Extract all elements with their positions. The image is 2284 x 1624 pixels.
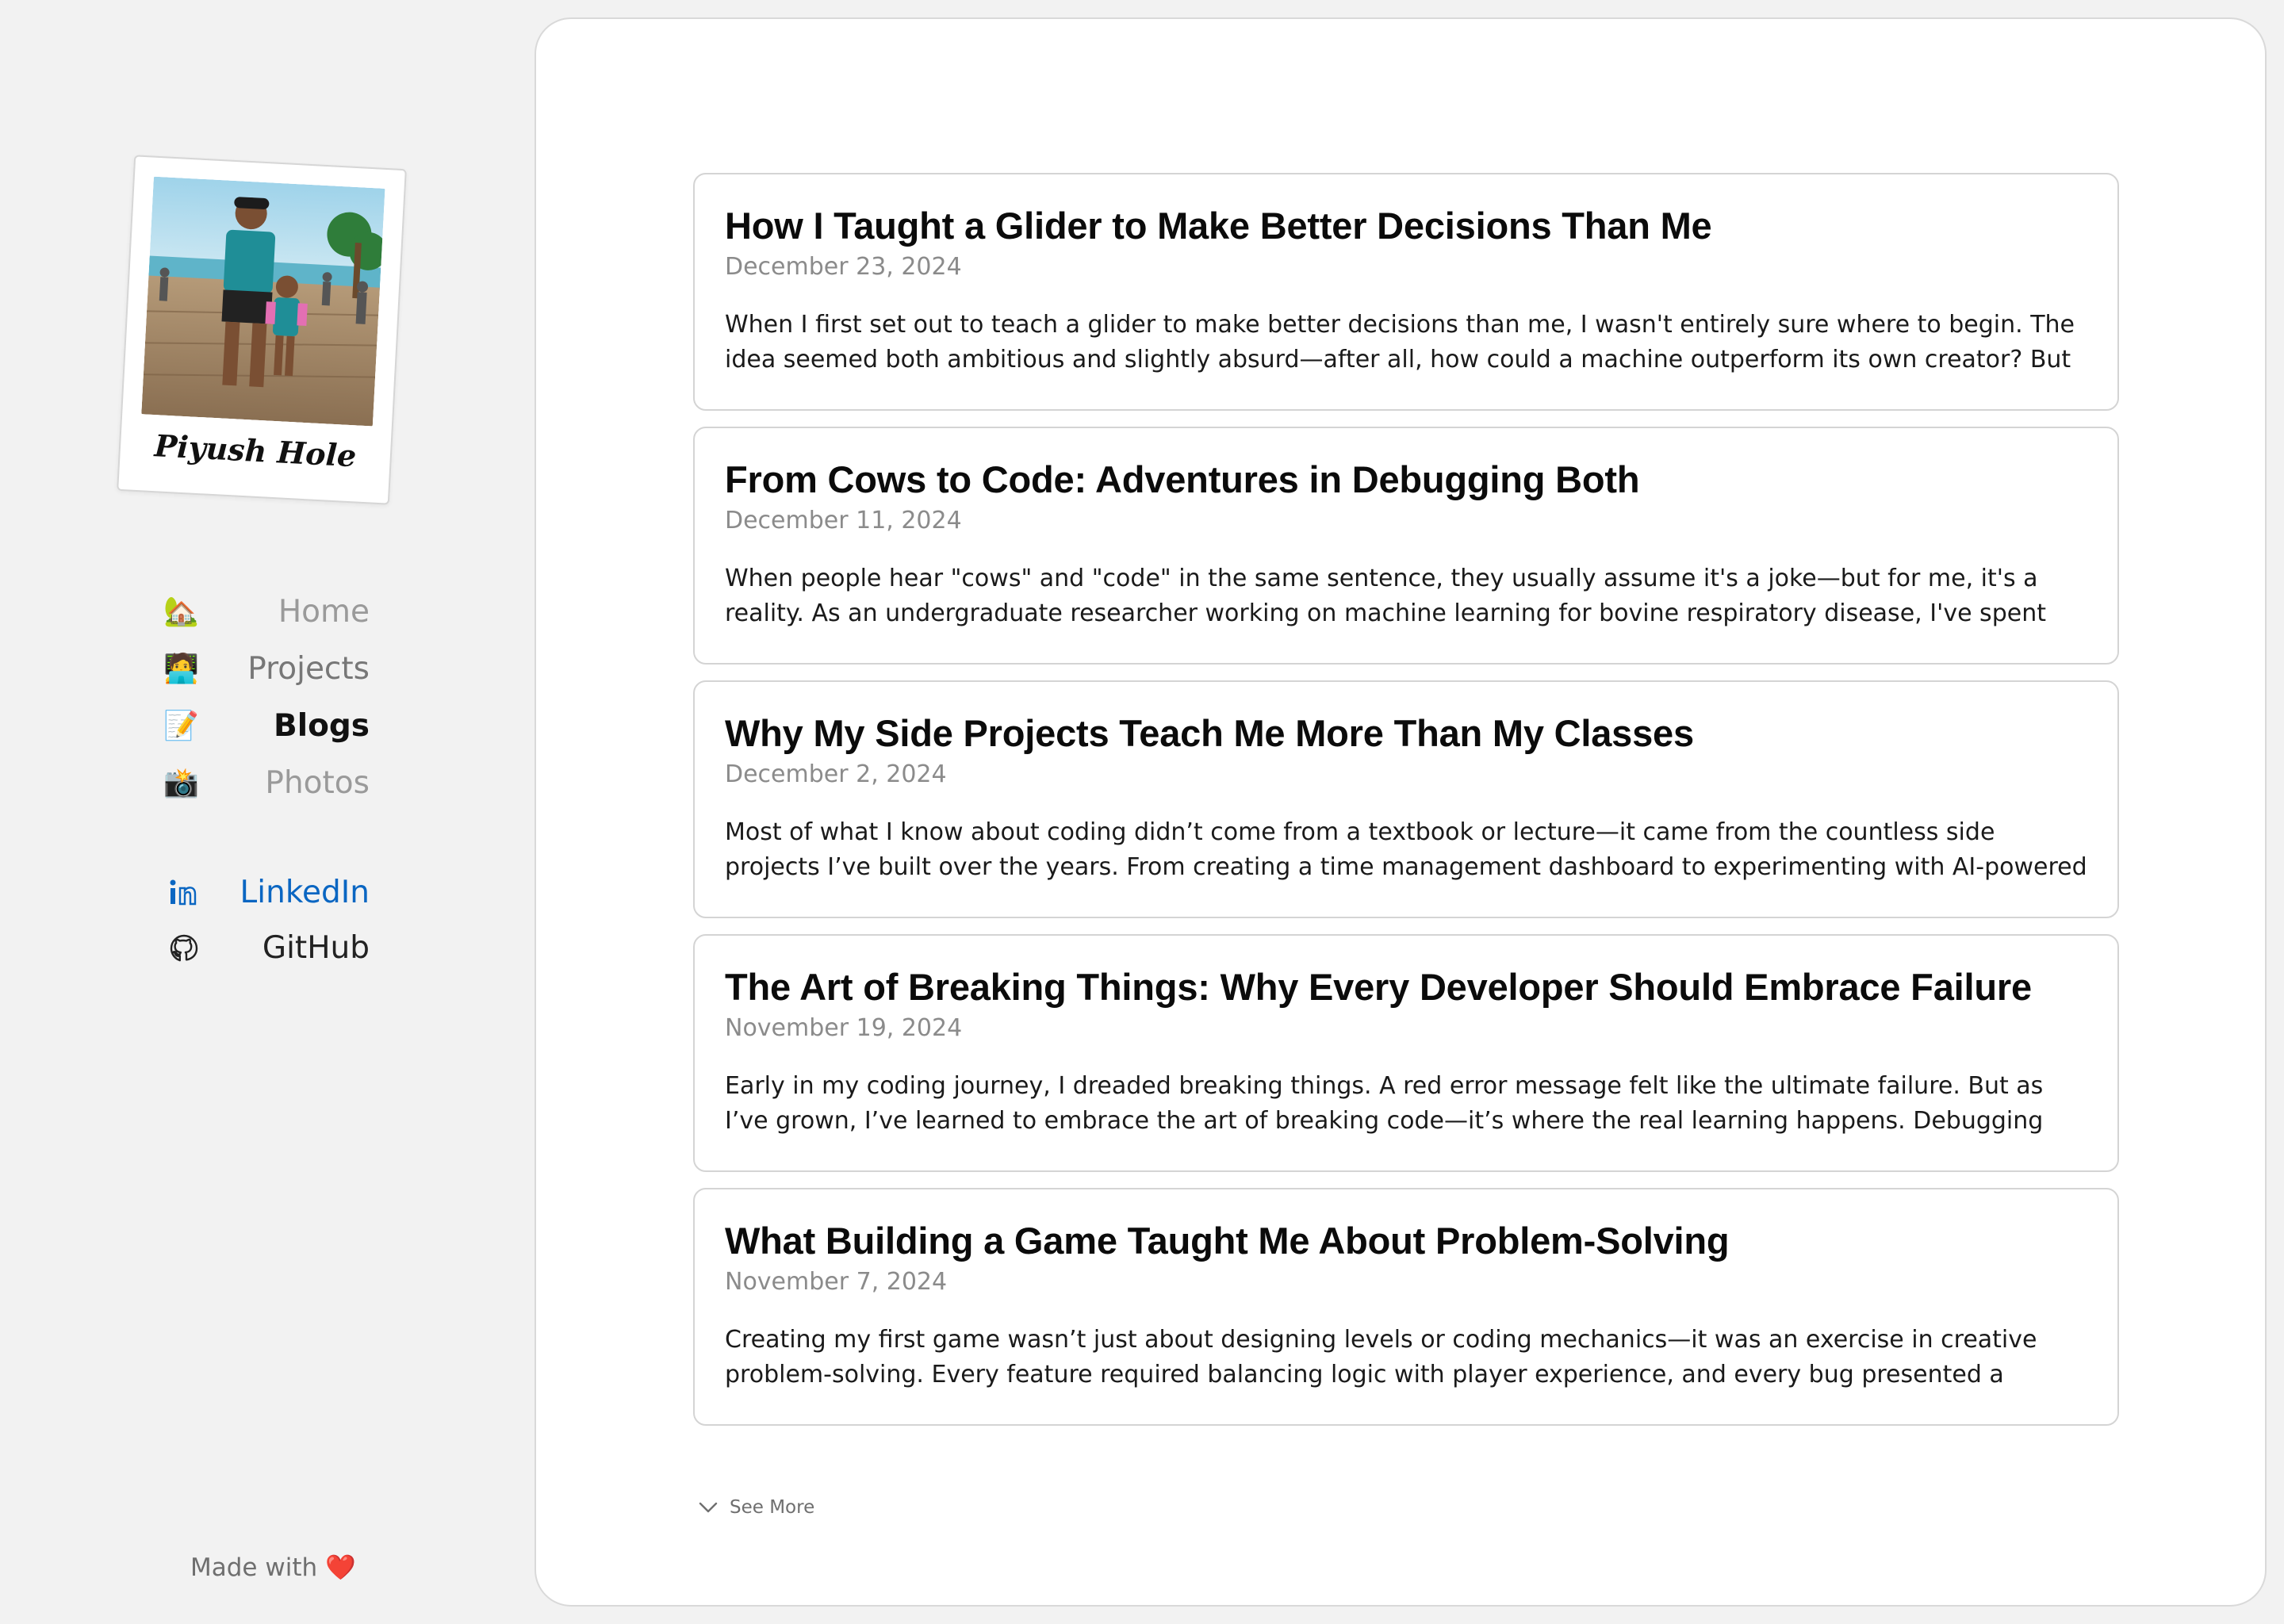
nav-item-label: Projects bbox=[247, 650, 370, 687]
heart-icon: ❤️ bbox=[325, 1553, 356, 1582]
post-title: From Cows to Code: Adventures in Debuggi… bbox=[725, 458, 1640, 500]
profile-caption: Piyush Hole bbox=[153, 427, 358, 474]
house-icon: 🏡 bbox=[163, 596, 199, 628]
post-title: The Art of Breaking Things: Why Every De… bbox=[725, 966, 2032, 1008]
nav-item-label: Home bbox=[278, 593, 370, 630]
blog-post-card[interactable]: What Building a Game Taught Me About Pro… bbox=[693, 1188, 2119, 1426]
post-date: November 7, 2024 bbox=[725, 1268, 948, 1296]
linkedin-link[interactable]: LinkedIn bbox=[159, 864, 370, 920]
chevron-down-icon bbox=[699, 1502, 718, 1513]
blog-post-card[interactable]: How I Taught a Glider to Make Better Dec… bbox=[693, 173, 2119, 411]
post-excerpt: Most of what I know about coding didn’t … bbox=[725, 818, 2087, 881]
nav-item-projects[interactable]: 🧑‍💻 Projects bbox=[159, 640, 370, 697]
technologist-icon: 🧑‍💻 bbox=[163, 653, 199, 685]
post-excerpt: Creating my first game wasn’t just about… bbox=[725, 1326, 2037, 1388]
nav-item-photos[interactable]: 📸 Photos bbox=[159, 754, 370, 811]
nav-item-blogs[interactable]: 📝 Blogs bbox=[159, 697, 370, 754]
see-more-label: See More bbox=[730, 1497, 815, 1518]
github-label: GitHub bbox=[262, 929, 370, 966]
nav-item-label: Blogs bbox=[273, 707, 370, 744]
social-links: LinkedIn GitHub bbox=[159, 864, 370, 975]
blog-post-card[interactable]: The Art of Breaking Things: Why Every De… bbox=[693, 934, 2119, 1172]
linkedin-icon bbox=[170, 879, 197, 906]
post-title: How I Taught a Glider to Make Better Dec… bbox=[725, 205, 1712, 247]
blog-post-card[interactable]: From Cows to Code: Adventures in Debuggi… bbox=[693, 427, 2119, 665]
post-title: Why My Side Projects Teach Me More Than … bbox=[725, 712, 1694, 754]
post-title: What Building a Game Taught Me About Pro… bbox=[725, 1220, 1730, 1262]
linkedin-label: LinkedIn bbox=[240, 874, 370, 910]
memo-icon: 📝 bbox=[163, 710, 199, 742]
blog-post-card[interactable]: Why My Side Projects Teach Me More Than … bbox=[693, 680, 2119, 918]
blog-post-list: How I Taught a Glider to Make Better Dec… bbox=[693, 173, 2121, 1442]
profile-photo bbox=[141, 176, 385, 427]
github-icon bbox=[170, 934, 198, 962]
sidebar-nav: 🏡 Home 🧑‍💻 Projects 📝 Blogs 📸 Photos bbox=[159, 583, 370, 811]
camera-flash-icon: 📸 bbox=[163, 767, 199, 799]
post-excerpt: Early in my coding journey, I dreaded br… bbox=[725, 1072, 2044, 1135]
made-with-text: Made with bbox=[190, 1553, 318, 1582]
post-date: December 2, 2024 bbox=[725, 760, 947, 788]
see-more-button[interactable]: See More bbox=[698, 1497, 814, 1518]
post-date: December 23, 2024 bbox=[725, 253, 962, 281]
post-date: December 11, 2024 bbox=[725, 507, 962, 534]
post-excerpt: When I first set out to teach a glider t… bbox=[725, 311, 2075, 373]
nav-item-home[interactable]: 🏡 Home bbox=[159, 583, 370, 640]
github-link[interactable]: GitHub bbox=[159, 920, 370, 975]
nav-item-label: Photos bbox=[265, 764, 370, 801]
made-with-footer: Made with ❤️ bbox=[190, 1553, 356, 1583]
profile-polaroid: Piyush Hole bbox=[117, 155, 407, 505]
post-excerpt: When people hear "cows" and "code" in th… bbox=[725, 565, 2046, 627]
main-panel: How I Taught a Glider to Make Better Dec… bbox=[535, 17, 2267, 1607]
post-date: November 19, 2024 bbox=[725, 1014, 963, 1042]
